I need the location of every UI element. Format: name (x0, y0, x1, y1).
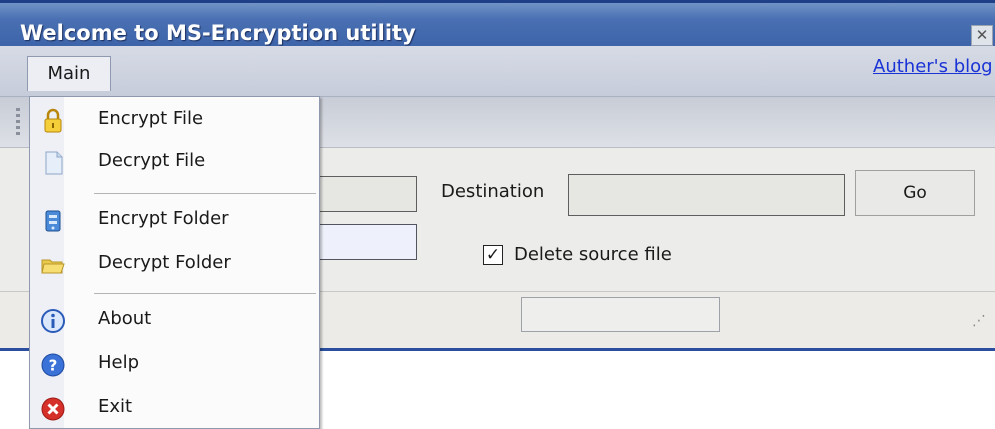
menu-separator (94, 193, 316, 194)
menu-item-label: Decrypt Folder (98, 252, 231, 273)
destination-field[interactable] (568, 174, 845, 216)
info-icon (41, 309, 65, 333)
menu-item-label: Encrypt File (98, 108, 204, 129)
authers-blog-link[interactable]: Auther's blog (873, 56, 993, 77)
resize-grip-icon[interactable]: ⋰ (972, 313, 986, 329)
menu-item-label: Exit (98, 396, 133, 417)
document-icon (45, 151, 63, 175)
database-icon (45, 210, 61, 232)
menu-item-encrypt-file[interactable]: Encrypt File (30, 99, 319, 141)
menu-bar: Main Auther's blog (0, 46, 995, 97)
delete-source-checkbox[interactable]: ✓ (483, 245, 503, 265)
toolstrip-grip[interactable] (16, 108, 20, 136)
menu-item-label: Decrypt File (98, 150, 206, 171)
menu-item-label: Encrypt Folder (98, 208, 229, 229)
go-button[interactable]: Go (855, 170, 975, 216)
delete-source-label[interactable]: Delete source file (514, 244, 672, 265)
menu-item-label: Help (98, 352, 140, 373)
main-dropdown-menu: Encrypt File Decrypt File Encrypt Folder… (29, 96, 320, 429)
menu-item-decrypt-file[interactable]: Decrypt File (30, 141, 319, 183)
close-button[interactable]: ✕ (971, 25, 993, 46)
menu-item-label: About (98, 308, 152, 329)
help-icon: ? (41, 353, 65, 377)
menu-item-exit[interactable]: Exit (30, 387, 319, 429)
menu-item-encrypt-folder[interactable]: Encrypt Folder (30, 199, 319, 241)
progress-bar (521, 297, 720, 332)
menu-item-decrypt-folder[interactable]: Decrypt Folder (30, 243, 319, 285)
main-menu-button[interactable]: Main (27, 56, 111, 91)
folder-icon (41, 259, 65, 274)
menu-item-help[interactable]: ? Help (30, 343, 319, 385)
exit-icon (41, 397, 65, 421)
lock-icon (44, 108, 62, 133)
title-bar[interactable]: Welcome to MS-Encryption utility ✕ (0, 0, 995, 49)
menu-item-about[interactable]: About (30, 299, 319, 341)
svg-text:?: ? (49, 357, 58, 375)
destination-label: Destination (441, 181, 545, 202)
menu-separator (94, 293, 316, 294)
window-title: Welcome to MS-Encryption utility (20, 21, 416, 45)
